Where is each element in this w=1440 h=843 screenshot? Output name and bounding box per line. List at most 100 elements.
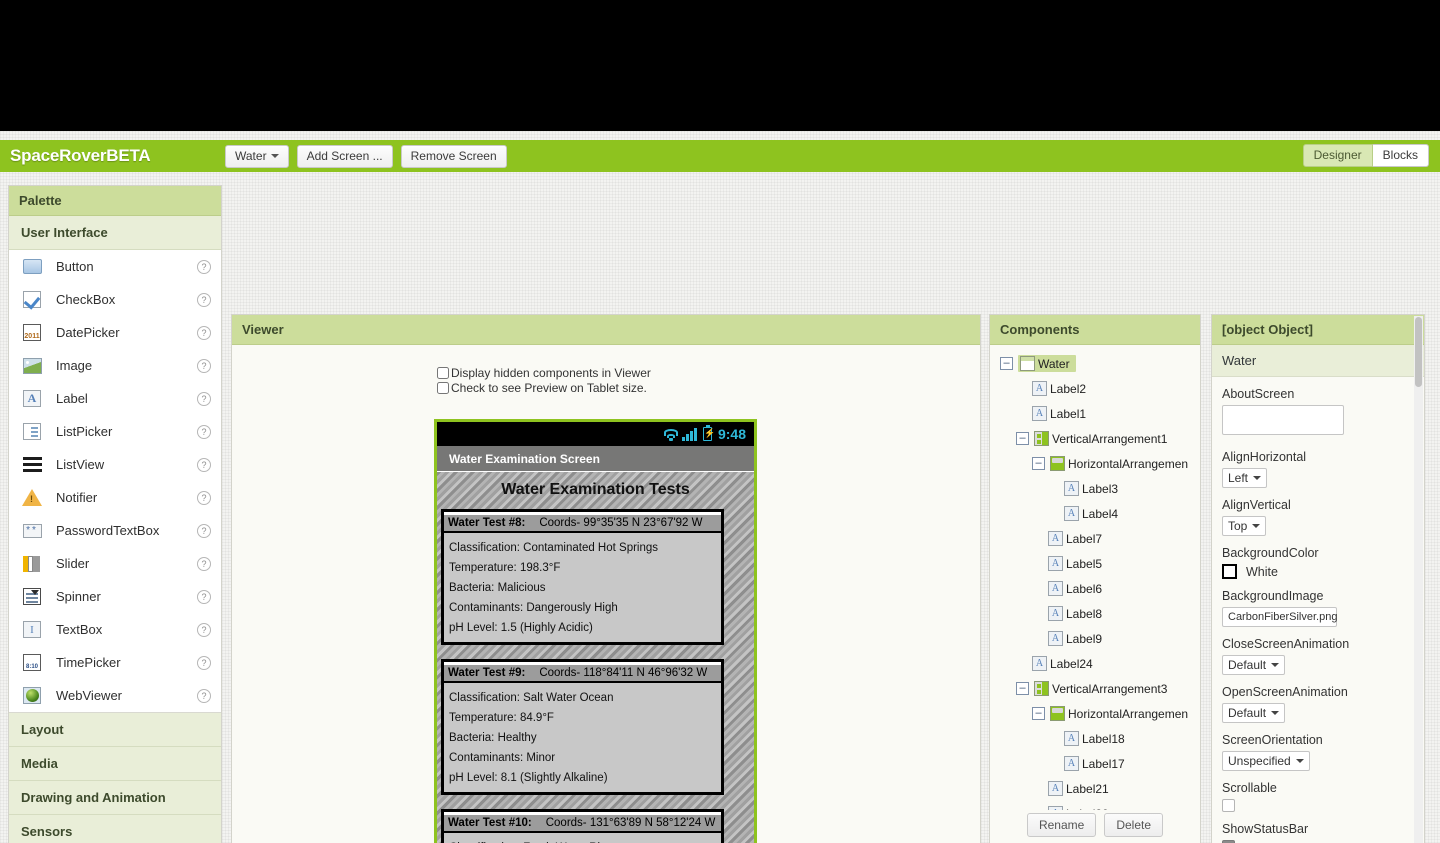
tree-node-label24[interactable]: ALabel24 [996, 651, 1200, 676]
add-screen-button[interactable]: Add Screen ... [297, 145, 393, 168]
remove-screen-button[interactable]: Remove Screen [401, 145, 507, 168]
background-color-row[interactable]: White [1222, 564, 1414, 579]
about-screen-textarea[interactable] [1222, 405, 1344, 435]
scrollable-checkbox[interactable] [1222, 799, 1235, 812]
palette-item-textbox[interactable]: ITextBox? [9, 613, 221, 646]
tab-blocks[interactable]: Blocks [1373, 144, 1429, 167]
test-detail-row: pH Level: 8.1 (Slightly Alkaline) [444, 768, 721, 788]
help-icon[interactable]: ? [197, 260, 211, 274]
help-icon[interactable]: ? [197, 293, 211, 307]
close-screen-animation-label: CloseScreenAnimation [1222, 637, 1414, 651]
component-tree-actions: Rename Delete [990, 810, 1200, 837]
help-icon[interactable]: ? [197, 392, 211, 406]
rename-button[interactable]: Rename [1027, 813, 1096, 837]
palette-item-spinner[interactable]: Spinner? [9, 580, 221, 613]
tablet-preview-checkbox-row[interactable]: Check to see Preview on Tablet size. [437, 381, 651, 395]
palette-item-datepicker[interactable]: 2011DatePicker? [9, 316, 221, 349]
help-icon[interactable]: ? [197, 689, 211, 703]
color-swatch[interactable] [1222, 564, 1237, 579]
help-icon[interactable]: ? [197, 590, 211, 604]
display-hidden-components-checkbox-row[interactable]: Display hidden components in Viewer [437, 366, 651, 380]
palette-title: Palette [9, 186, 221, 216]
close-screen-animation-select[interactable]: Default [1222, 655, 1285, 675]
tree-node-label: Label5 [1066, 557, 1102, 571]
tree-node-label1[interactable]: ALabel1 [996, 401, 1200, 426]
screen-orientation-select[interactable]: Unspecified [1222, 751, 1310, 771]
palette-section-sensors[interactable]: Sensors [9, 815, 221, 843]
tree-node-label9[interactable]: ALabel9 [996, 626, 1200, 651]
help-icon[interactable]: ? [197, 656, 211, 670]
delete-button[interactable]: Delete [1104, 813, 1163, 837]
palette-item-passwordtextbox[interactable]: **PasswordTextBox? [9, 514, 221, 547]
tree-node-selected[interactable]: Water [1018, 355, 1076, 372]
test-detail-row: Classification: Contaminated Hot Springs [444, 538, 721, 558]
tree-toggle-icon[interactable]: – [1016, 682, 1029, 695]
tree-node-label: Label24 [1050, 657, 1093, 671]
tree-node-verticalarrangement3[interactable]: –VerticalArrangement3 [996, 676, 1200, 701]
screen-selector-label: Water [235, 149, 267, 163]
tree-node-horizontalarrangemen[interactable]: –HorizontalArrangemen [996, 701, 1200, 726]
palette-item-image[interactable]: Image? [9, 349, 221, 382]
help-icon[interactable]: ? [197, 491, 211, 505]
tree-node-label: VerticalArrangement1 [1052, 432, 1167, 446]
tree-node-label3[interactable]: ALabel3 [996, 476, 1200, 501]
help-icon[interactable]: ? [197, 557, 211, 571]
properties-scrollbar[interactable] [1414, 316, 1423, 843]
tree-node-label4[interactable]: ALabel4 [996, 501, 1200, 526]
tree-node-label5[interactable]: ALabel5 [996, 551, 1200, 576]
phone-preview[interactable]: 9:48 Water Examination Screen Water Exam… [434, 419, 757, 843]
help-icon[interactable]: ? [197, 458, 211, 472]
tree-toggle-icon[interactable]: – [1000, 357, 1013, 370]
about-screen-label: AboutScreen [1222, 387, 1414, 401]
components-panel: Components –WaterALabel2ALabel1–Vertical… [989, 314, 1201, 843]
chevron-down-icon [1253, 476, 1261, 480]
water-test-card[interactable]: Water Test #9:Coords- 118°84'11 N 46°96'… [441, 659, 724, 795]
palette-item-webviewer[interactable]: WebViewer? [9, 679, 221, 712]
tree-node-label21[interactable]: ALabel21 [996, 776, 1200, 801]
tree-node-horizontalarrangemen[interactable]: –HorizontalArrangemen [996, 451, 1200, 476]
tree-toggle-icon[interactable]: – [1032, 707, 1045, 720]
palette-item-label[interactable]: ALabel? [9, 382, 221, 415]
palette-item-listview[interactable]: ListView? [9, 448, 221, 481]
tree-node-label6[interactable]: ALabel6 [996, 576, 1200, 601]
screen-orientation-label: ScreenOrientation [1222, 733, 1414, 747]
viewer-panel: Viewer Display hidden components in View… [231, 314, 981, 843]
palette-section-user-interface[interactable]: User Interface [9, 216, 221, 250]
palette-item-slider[interactable]: Slider? [9, 547, 221, 580]
tree-node-verticalarrangement1[interactable]: – VerticalArrangement1 [996, 426, 1200, 451]
help-icon[interactable]: ? [197, 623, 211, 637]
tree-node-label18[interactable]: ALabel18 [996, 726, 1200, 751]
screen-selector-dropdown[interactable]: Water [225, 145, 289, 168]
tree-toggle-icon[interactable]: – [1032, 457, 1045, 470]
palette-section-layout[interactable]: Layout [9, 713, 221, 747]
help-icon[interactable]: ? [197, 524, 211, 538]
palette-item-checkbox[interactable]: CheckBox? [9, 283, 221, 316]
align-horizontal-select[interactable]: Left [1222, 468, 1267, 488]
background-image-value[interactable]: CarbonFiberSilver.png [1222, 607, 1337, 627]
water-test-card[interactable]: Water Test #8:Coords- 99°35'35 N 23°67'9… [441, 509, 724, 645]
tree-node-label2[interactable]: ALabel2 [996, 376, 1200, 401]
water-test-card[interactable]: Water Test #10:Coords- 131°63'89 N 58°12… [441, 809, 724, 843]
tree-node-label: Label3 [1082, 482, 1118, 496]
palette-item-notifier[interactable]: Notifier? [9, 481, 221, 514]
palette-item-button[interactable]: Button? [9, 250, 221, 283]
tree-toggle-icon[interactable]: – [1016, 432, 1029, 445]
help-icon[interactable]: ? [197, 326, 211, 340]
help-icon[interactable]: ? [197, 425, 211, 439]
align-vertical-select[interactable]: Top [1222, 516, 1266, 536]
tab-designer[interactable]: Designer [1303, 144, 1373, 167]
tree-node-label17[interactable]: ALabel17 [996, 751, 1200, 776]
palette-section-media[interactable]: Media [9, 747, 221, 781]
palette-section-drawing-and-animation[interactable]: Drawing and Animation [9, 781, 221, 815]
help-icon[interactable]: ? [197, 359, 211, 373]
open-screen-animation-select[interactable]: Default [1222, 703, 1285, 723]
tree-node-label7[interactable]: ALabel7 [996, 526, 1200, 551]
palette-item-timepicker[interactable]: 8:10TimePicker? [9, 646, 221, 679]
tree-node-water[interactable]: –Water [996, 351, 1200, 376]
palette-item-listpicker[interactable]: ListPicker? [9, 415, 221, 448]
component-tree-rows: –WaterALabel2ALabel1–VerticalArrangement… [996, 351, 1200, 826]
tree-node-label: Label8 [1066, 607, 1102, 621]
tablet-preview-checkbox[interactable] [437, 382, 449, 394]
display-hidden-components-checkbox[interactable] [437, 367, 449, 379]
tree-node-label8[interactable]: ALabel8 [996, 601, 1200, 626]
